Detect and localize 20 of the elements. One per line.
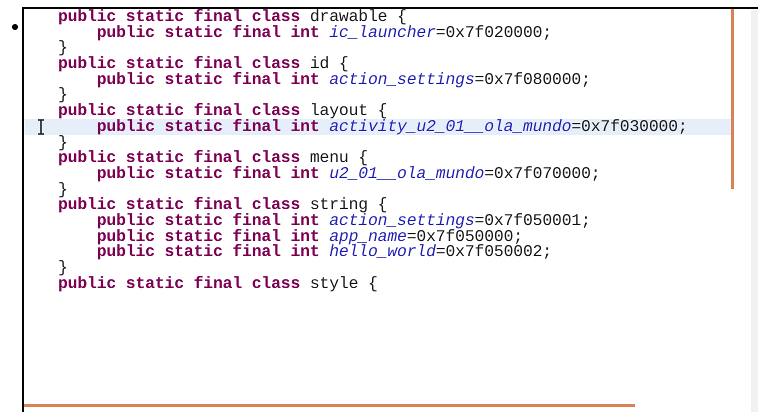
code-line: public static final int app_name=0x7f050000; [96, 228, 523, 244]
code-line: public static final int u2_01__ola_mundo=0x7f070000; [96, 166, 600, 182]
code-line: } [58, 87, 68, 104]
code-line: public static final int activity_u2_01__ola_mundo=0x7f030000; [96, 118, 688, 135]
text-cursor-icon [38, 118, 44, 135]
code-line: } [58, 134, 68, 150]
code-line: public static final int hello_world=0x7f050002; [96, 244, 552, 260]
code-line: } [58, 260, 68, 276]
code-line: public static final class drawable { [58, 9, 407, 25]
code-line: public static final class string { [58, 197, 388, 213]
code-line: } [58, 40, 68, 56]
code-line: public static final int action_settings=0x7f080000; [96, 72, 591, 88]
code-line: public static final class menu { [58, 150, 368, 166]
code-line: public static final int action_settings=0x7f050001; [96, 212, 591, 229]
bullet-icon [12, 24, 18, 30]
code-line: } [58, 182, 68, 198]
code-line: public static final class id { [58, 56, 349, 72]
code-line: public static final class layout { [58, 103, 388, 119]
code-line: public static final int ic_launcher=0x7f020000; [96, 24, 552, 40]
code-line: public static final class style { [58, 276, 378, 292]
